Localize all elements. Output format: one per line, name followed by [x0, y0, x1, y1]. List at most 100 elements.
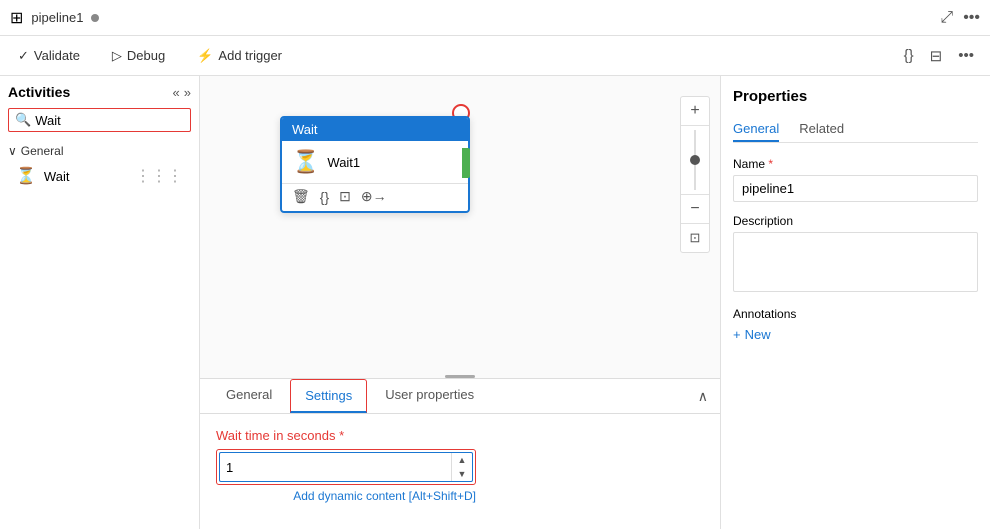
description-textarea[interactable] [733, 232, 978, 292]
wait-node-label: Wait1 [327, 155, 360, 170]
required-marker: * [335, 428, 344, 443]
code-icon[interactable]: {} [320, 189, 329, 205]
wait-node-title: Wait [292, 122, 318, 137]
description-field: Description [733, 214, 978, 295]
collapse-right-icon[interactable]: » [184, 85, 191, 100]
sidebar-header: Activities « » [8, 84, 191, 100]
wait-activity-label: Wait [44, 169, 70, 184]
search-input[interactable] [35, 113, 184, 128]
wait-node[interactable]: Wait ⏳ Wait1 🗑 {} ⊡ ⊕→ [280, 116, 470, 213]
tab-general-label: General [226, 387, 272, 402]
expand-icon[interactable]: ⤢ [940, 9, 953, 27]
delete-icon[interactable]: 🗑 [292, 188, 310, 205]
tab-general[interactable]: General [212, 379, 286, 413]
more-toolbar-button[interactable]: ••• [954, 43, 978, 68]
props-tab-related-label: Related [799, 121, 844, 136]
plus-icon: + [733, 327, 741, 342]
pipeline-title: pipeline1 [31, 10, 83, 25]
main-layout: Activities « » 🔍 ∨ General ⏳ Wait ⋮⋮⋮ [0, 76, 990, 529]
add-annotation-button[interactable]: + New [733, 327, 771, 342]
tab-settings-label: Settings [305, 388, 352, 403]
search-icon: 🔍 [15, 112, 31, 128]
canvas-area: Wait ⏳ Wait1 🗑 {} ⊡ ⊕→ + [200, 76, 720, 529]
zoom-divider [681, 125, 709, 126]
name-label: Name * [733, 157, 978, 171]
code-view-button[interactable]: {} [900, 43, 918, 68]
wait-activity-icon: ⏳ [16, 166, 36, 186]
activity-item-wait[interactable]: ⏳ Wait ⋮⋮⋮ [8, 162, 191, 190]
annotations-label: Annotations [733, 307, 978, 321]
sidebar: Activities « » 🔍 ∨ General ⏳ Wait ⋮⋮⋮ [0, 76, 200, 529]
zoom-out-button[interactable]: − [681, 195, 709, 223]
sidebar-title: Activities [8, 84, 70, 100]
properties-tabs: General Related [733, 117, 978, 143]
spinner-up-button[interactable]: ▲ [452, 453, 472, 467]
bottom-content: Wait time in seconds * ▲ ▼ Add dynamic c… [200, 414, 720, 529]
validate-label: Validate [34, 48, 80, 63]
bottom-panel-collapse[interactable]: ∧ [698, 388, 708, 405]
name-required: * [768, 157, 773, 171]
bottom-panel: General Settings User properties ∧ Wait … [200, 378, 720, 529]
validate-check-icon: ✓ [18, 48, 29, 64]
collapse-left-icon[interactable]: « [173, 85, 180, 100]
bottom-tabs-left: General Settings User properties [212, 379, 492, 413]
toolbar: ✓ Validate ▷ Debug ⚡ Add trigger {} ⊟ ••… [0, 36, 990, 76]
zoom-slider-thumb [690, 155, 700, 165]
debug-label: Debug [127, 48, 165, 63]
category-general[interactable]: ∨ General [8, 144, 191, 158]
wait-time-spinner: ▲ ▼ [451, 453, 472, 481]
unsaved-dot [91, 14, 99, 22]
validate-button[interactable]: ✓ Validate [12, 44, 86, 68]
props-tab-general-label: General [733, 121, 779, 136]
more-options-icon[interactable]: ••• [963, 9, 980, 27]
top-bar-right: ⤢ ••• [940, 9, 980, 27]
wait-time-field: Wait time in seconds * ▲ ▼ Add dynamic c… [216, 428, 704, 503]
zoom-controls: + − ⊡ [680, 96, 710, 253]
tab-user-properties-label: User properties [385, 387, 474, 402]
wait-time-field-inner: ▲ ▼ [219, 452, 473, 482]
wait-time-input[interactable] [220, 456, 451, 479]
arrow-icon[interactable]: ⊕→ [361, 188, 387, 205]
add-trigger-button[interactable]: ⚡ Add trigger [191, 44, 288, 68]
add-new-label: New [745, 327, 771, 342]
wait-node-actions: 🗑 {} ⊡ ⊕→ [282, 183, 468, 211]
wait-time-wrapper: ▲ ▼ [216, 449, 476, 485]
chevron-down-icon: ∨ [8, 144, 17, 158]
debug-button[interactable]: ▷ Debug [106, 44, 171, 68]
wait-node-body: ⏳ Wait1 [282, 141, 468, 183]
top-bar: ⊞ pipeline1 ⤢ ••• [0, 0, 990, 36]
trigger-icon: ⚡ [197, 48, 213, 64]
category-label: General [21, 144, 64, 158]
properties-panel: Properties General Related Name * Descri… [720, 76, 990, 529]
zoom-in-button[interactable]: + [681, 97, 709, 125]
description-label: Description [733, 214, 978, 228]
name-input[interactable] [733, 175, 978, 202]
props-tab-related[interactable]: Related [799, 117, 844, 142]
table-view-button[interactable]: ⊟ [926, 43, 947, 69]
name-field: Name * [733, 157, 978, 202]
toolbar-right: {} ⊟ ••• [900, 43, 978, 69]
tab-user-properties[interactable]: User properties [371, 379, 488, 413]
debug-play-icon: ▷ [112, 48, 122, 64]
tab-settings[interactable]: Settings [290, 379, 367, 413]
canvas[interactable]: Wait ⏳ Wait1 🗑 {} ⊡ ⊕→ + [200, 76, 720, 378]
add-trigger-label: Add trigger [218, 48, 282, 63]
zoom-fit-button[interactable]: ⊡ [681, 224, 709, 252]
sidebar-collapse-icons[interactable]: « » [173, 85, 191, 100]
props-tab-general[interactable]: General [733, 117, 779, 142]
wait-node-success-bar [462, 148, 470, 178]
copy-icon[interactable]: ⊡ [339, 188, 351, 205]
spinner-down-button[interactable]: ▼ [452, 467, 472, 481]
zoom-slider[interactable] [694, 130, 696, 190]
dynamic-content-link[interactable]: Add dynamic content [Alt+Shift+D] [216, 489, 476, 503]
wait-node-icon: ⏳ [292, 149, 319, 175]
annotations-section: Annotations + New [733, 307, 978, 342]
top-bar-left: ⊞ pipeline1 [10, 8, 99, 28]
toolbar-left: ✓ Validate ▷ Debug ⚡ Add trigger [12, 44, 288, 68]
activity-item-dots[interactable]: ⋮⋮⋮ [135, 166, 183, 186]
wait-time-label: Wait time in seconds * [216, 428, 704, 443]
wait-node-header: Wait [282, 118, 468, 141]
bottom-tabs: General Settings User properties ∧ [200, 379, 720, 414]
properties-title: Properties [733, 88, 978, 105]
search-box: 🔍 [8, 108, 191, 132]
